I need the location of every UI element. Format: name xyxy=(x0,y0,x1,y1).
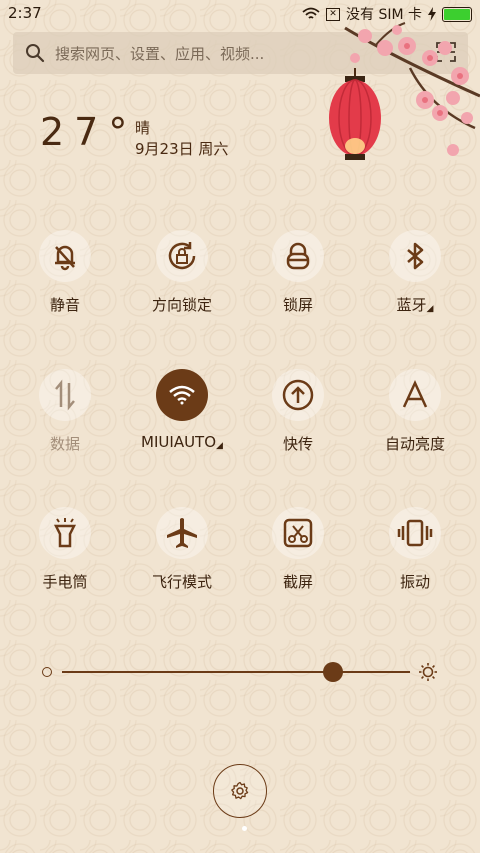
auto-brightness-toggle[interactable] xyxy=(389,369,441,421)
wifi-toggle[interactable] xyxy=(156,369,208,421)
tile-label: 手电筒 xyxy=(42,573,88,591)
tile-label: 锁屏 xyxy=(282,296,313,314)
tile-data[interactable]: 数据 xyxy=(15,369,115,454)
tile-label: 飞行模式 xyxy=(151,573,212,591)
gear-icon xyxy=(231,781,249,800)
bell-mute-icon xyxy=(55,245,75,271)
tile-quick-transfer[interactable]: 快传 xyxy=(248,369,348,454)
tile-flashlight[interactable]: 手电筒 xyxy=(15,507,115,592)
expand-indicator-icon: ◢ xyxy=(426,304,434,314)
upload-icon xyxy=(282,379,314,411)
brightness-track[interactable] xyxy=(62,671,410,673)
tile-label: 方向锁定 xyxy=(151,296,212,314)
brightness-slider[interactable] xyxy=(40,660,440,684)
flashlight-toggle[interactable] xyxy=(39,507,91,559)
page-indicator xyxy=(242,826,247,831)
tile-auto-brightness[interactable]: 自动亮度 xyxy=(365,369,465,454)
brightness-high-icon xyxy=(419,663,437,681)
airplane-mode-toggle[interactable] xyxy=(156,507,208,559)
tile-label: 自动亮度 xyxy=(384,435,445,453)
mute-toggle[interactable] xyxy=(39,230,91,282)
status-time: 2:37 xyxy=(8,4,42,22)
date-label: 9月23日 周六 xyxy=(135,140,229,158)
tile-label: 静音 xyxy=(49,296,80,314)
tile-label: MIUIAUTO◢ xyxy=(132,433,232,451)
flashlight-icon xyxy=(53,518,77,548)
airplane-icon xyxy=(167,518,197,548)
search-placeholder: 搜索网页、设置、应用、视频... xyxy=(55,44,265,63)
rotation-lock-icon xyxy=(168,242,196,270)
tile-rotation-lock[interactable]: 方向锁定 xyxy=(132,230,232,315)
weather-condition: 晴 xyxy=(135,119,151,137)
lock-screen-button[interactable] xyxy=(272,230,324,282)
vibrate-icon xyxy=(397,519,433,547)
brightness-low-icon xyxy=(42,667,52,677)
wifi-icon xyxy=(169,385,195,405)
tile-label: 截屏 xyxy=(282,573,313,591)
tile-vibrate[interactable]: 振动 xyxy=(365,507,465,592)
tile-label: 快传 xyxy=(282,435,313,453)
expand-indicator-icon: ◢ xyxy=(216,441,223,451)
tile-bluetooth[interactable]: 蓝牙◢ xyxy=(365,230,465,315)
red-lantern-decoration xyxy=(329,68,381,160)
tile-lock-screen[interactable]: 锁屏 xyxy=(248,230,348,315)
vibrate-toggle[interactable] xyxy=(389,507,441,559)
tile-label: 蓝牙◢ xyxy=(365,294,465,315)
data-icon xyxy=(55,379,75,411)
bluetooth-icon xyxy=(407,242,424,270)
tile-label: 振动 xyxy=(399,573,430,591)
wifi-signal-icon xyxy=(302,7,320,19)
settings-button[interactable] xyxy=(213,764,267,818)
screenshot-icon xyxy=(283,518,313,548)
data-toggle[interactable] xyxy=(39,369,91,421)
brightness-handle[interactable] xyxy=(323,662,344,682)
rotation-lock-toggle[interactable] xyxy=(156,230,208,282)
bluetooth-toggle[interactable] xyxy=(389,230,441,282)
auto-brightness-icon xyxy=(402,379,428,408)
tile-mute[interactable]: 静音 xyxy=(15,230,115,315)
lock-icon xyxy=(286,242,310,270)
tile-screenshot[interactable]: 截屏 xyxy=(248,507,348,592)
tile-wifi[interactable]: MIUIAUTO◢ xyxy=(132,369,232,451)
tile-airplane-mode[interactable]: 飞行模式 xyxy=(132,507,232,592)
screenshot-button[interactable] xyxy=(272,507,324,559)
temperature: 27° xyxy=(40,110,138,154)
tile-label-text: 蓝牙 xyxy=(396,296,427,314)
tile-label-text: MIUIAUTO xyxy=(141,433,217,451)
search-icon xyxy=(26,44,45,63)
tile-label: 数据 xyxy=(49,435,80,453)
quick-transfer-button[interactable] xyxy=(272,369,324,421)
